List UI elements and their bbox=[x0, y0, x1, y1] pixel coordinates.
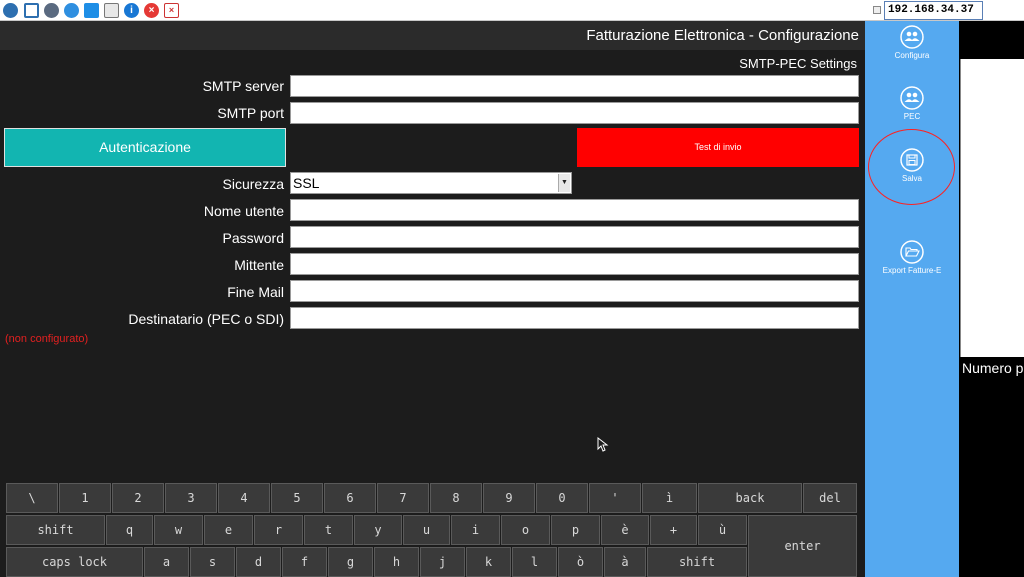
smtp-server-input[interactable] bbox=[290, 75, 859, 97]
key-0[interactable]: 0 bbox=[536, 483, 588, 513]
ip-address-field[interactable]: 192.168.34.37 bbox=[884, 1, 983, 20]
ip-checkbox[interactable] bbox=[873, 6, 881, 14]
folder-open-icon bbox=[900, 240, 924, 264]
refresh-icon[interactable] bbox=[64, 3, 79, 18]
background-list bbox=[960, 59, 1024, 357]
key-j[interactable]: j bbox=[420, 547, 465, 577]
key-shift-left[interactable]: shift bbox=[6, 515, 105, 545]
security-label: Sicurezza bbox=[222, 176, 284, 192]
title-bar: Fatturazione Elettronica - Configurazion… bbox=[0, 21, 865, 50]
chevron-down-icon[interactable]: ▼ bbox=[558, 174, 570, 192]
config-panel: Fatturazione Elettronica - Configurazion… bbox=[0, 21, 865, 577]
key-i[interactable]: i bbox=[451, 515, 500, 545]
end-mail-label: Fine Mail bbox=[227, 284, 284, 300]
key-h[interactable]: h bbox=[374, 547, 419, 577]
users-icon bbox=[900, 86, 924, 110]
fullscreen-icon[interactable] bbox=[24, 3, 39, 18]
smtp-port-label: SMTP port bbox=[217, 105, 284, 121]
export-invoices-label: Export Fatture-E bbox=[882, 266, 942, 275]
export-invoices-button[interactable]: Export Fatture-E bbox=[865, 240, 959, 275]
key-caps-lock[interactable]: caps lock bbox=[6, 547, 143, 577]
status-text: (non configurato) bbox=[5, 333, 89, 345]
disconnect-icon[interactable]: × bbox=[164, 3, 179, 18]
key-d[interactable]: d bbox=[236, 547, 281, 577]
key-backslash[interactable]: \ bbox=[6, 483, 58, 513]
sender-label: Mittente bbox=[234, 257, 284, 273]
key-delete[interactable]: del bbox=[803, 483, 857, 513]
key-i-grave[interactable]: ì bbox=[642, 483, 697, 513]
key-s[interactable]: s bbox=[190, 547, 235, 577]
key-l[interactable]: l bbox=[512, 547, 557, 577]
key-g[interactable]: g bbox=[328, 547, 373, 577]
key-u-grave[interactable]: ù bbox=[698, 515, 747, 545]
key-e-grave[interactable]: è bbox=[601, 515, 649, 545]
virtual-keyboard: \ 1 2 3 4 5 6 7 8 9 0 ' ì back del shift… bbox=[4, 483, 861, 577]
info-icon[interactable]: i bbox=[124, 3, 139, 18]
security-select[interactable]: SSL ▼ bbox=[290, 172, 572, 194]
key-r[interactable]: r bbox=[254, 515, 303, 545]
key-o[interactable]: o bbox=[501, 515, 550, 545]
screen: i × × 192.168.34.37 Fatturazione Elettro… bbox=[0, 0, 1024, 577]
username-label: Nome utente bbox=[203, 203, 284, 219]
key-u[interactable]: u bbox=[403, 515, 450, 545]
section-title: SMTP-PEC Settings bbox=[739, 56, 857, 71]
username-input[interactable] bbox=[290, 199, 859, 221]
remote-toolbar: i × × 192.168.34.37 bbox=[0, 0, 1024, 21]
authentication-button[interactable]: Autenticazione bbox=[4, 128, 286, 167]
key-1[interactable]: 1 bbox=[59, 483, 111, 513]
configure-button[interactable]: Configura bbox=[865, 25, 959, 60]
smtp-port-input[interactable] bbox=[290, 102, 859, 124]
mouse-pointer-icon bbox=[597, 437, 609, 452]
password-input[interactable] bbox=[290, 226, 859, 248]
key-shift-right[interactable]: shift bbox=[647, 547, 747, 577]
background-header bbox=[959, 21, 1024, 59]
key-w[interactable]: w bbox=[154, 515, 203, 545]
pec-button[interactable]: PEC bbox=[865, 86, 959, 121]
key-q[interactable]: q bbox=[106, 515, 153, 545]
background-window: TOTALE Numero p bbox=[959, 21, 1024, 577]
pec-label: PEC bbox=[903, 112, 921, 121]
key-8[interactable]: 8 bbox=[430, 483, 482, 513]
key-o-grave[interactable]: ò bbox=[558, 547, 603, 577]
settings-gear-icon[interactable] bbox=[3, 3, 18, 18]
recipient-input[interactable] bbox=[290, 307, 859, 329]
smtp-server-label: SMTP server bbox=[202, 78, 284, 94]
end-mail-input[interactable] bbox=[290, 280, 859, 302]
windows-icon[interactable] bbox=[84, 3, 99, 18]
key-enter[interactable]: enter bbox=[748, 515, 857, 577]
gear-icon[interactable] bbox=[44, 3, 59, 18]
key-k[interactable]: k bbox=[466, 547, 511, 577]
key-a-grave[interactable]: à bbox=[604, 547, 646, 577]
key-f[interactable]: f bbox=[282, 547, 327, 577]
test-send-button[interactable]: Test di invio bbox=[577, 128, 859, 167]
key-7[interactable]: 7 bbox=[377, 483, 429, 513]
password-label: Password bbox=[222, 230, 284, 246]
key-y[interactable]: y bbox=[354, 515, 402, 545]
security-value: SSL bbox=[293, 175, 320, 191]
key-p[interactable]: p bbox=[551, 515, 600, 545]
close-circle-icon[interactable]: × bbox=[144, 3, 159, 18]
key-9[interactable]: 9 bbox=[483, 483, 535, 513]
key-5[interactable]: 5 bbox=[271, 483, 323, 513]
configure-label: Configura bbox=[894, 51, 930, 60]
key-t[interactable]: t bbox=[304, 515, 353, 545]
users-icon bbox=[900, 25, 924, 49]
highlight-circle bbox=[868, 129, 955, 205]
action-sidebar: Configura PEC Salva Export Fatture-E bbox=[865, 21, 959, 577]
key-a[interactable]: a bbox=[144, 547, 189, 577]
key-4[interactable]: 4 bbox=[218, 483, 270, 513]
key-apostrophe[interactable]: ' bbox=[589, 483, 641, 513]
bar-chart-icon[interactable] bbox=[104, 3, 119, 18]
recipient-label: Destinatario (PEC o SDI) bbox=[128, 311, 284, 327]
window-title: Fatturazione Elettronica - Configurazion… bbox=[586, 27, 859, 44]
total-label: TOTALE bbox=[962, 340, 1016, 356]
sender-input[interactable] bbox=[290, 253, 859, 275]
key-backspace[interactable]: back bbox=[698, 483, 802, 513]
key-6[interactable]: 6 bbox=[324, 483, 376, 513]
key-3[interactable]: 3 bbox=[165, 483, 217, 513]
key-2[interactable]: 2 bbox=[112, 483, 164, 513]
key-e[interactable]: e bbox=[204, 515, 253, 545]
number-label: Numero p bbox=[962, 360, 1024, 376]
key-plus[interactable]: + bbox=[650, 515, 697, 545]
